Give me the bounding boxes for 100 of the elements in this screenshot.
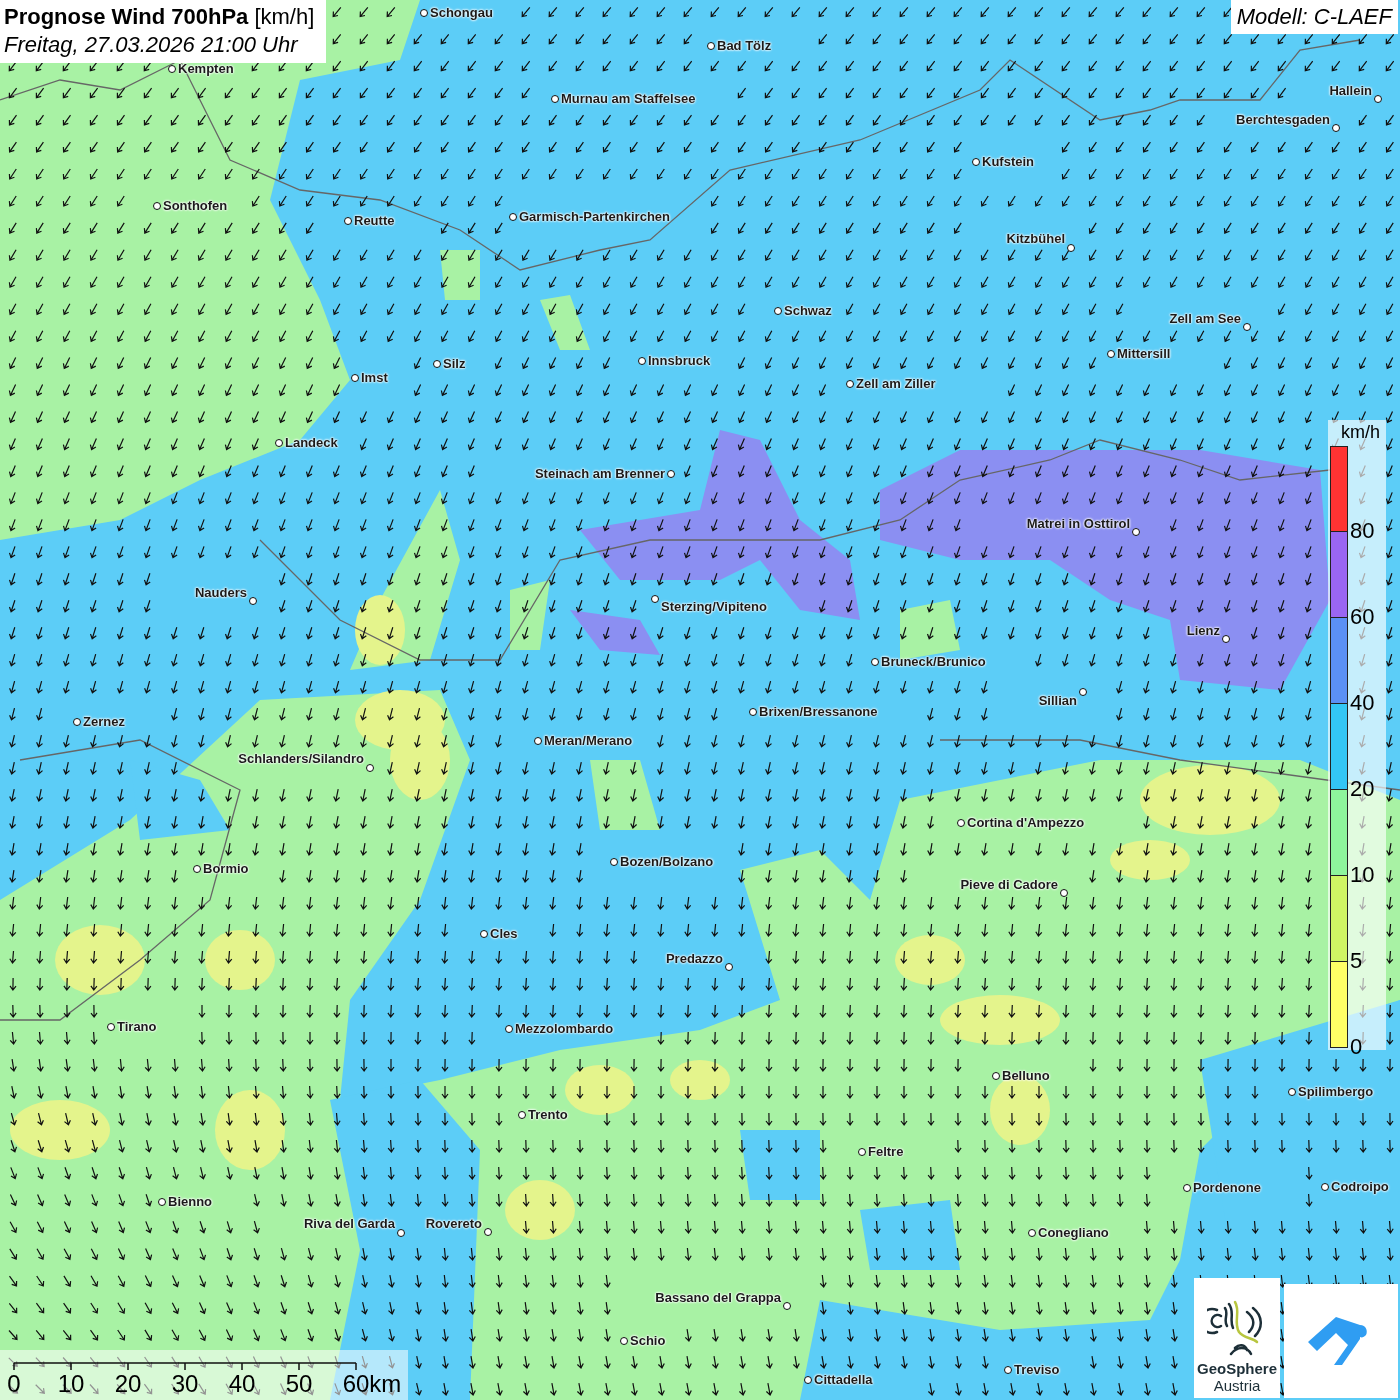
- city-dot-icon: [992, 1072, 1000, 1080]
- city-dot-icon: [351, 374, 359, 382]
- city-dot-icon: [275, 439, 283, 447]
- city-label: Zell am See: [1169, 311, 1241, 327]
- city-dot-icon: [783, 1302, 791, 1310]
- city-dot-icon: [505, 1025, 513, 1033]
- city-dot-icon: [518, 1111, 526, 1119]
- city-dot-icon: [153, 202, 161, 210]
- city-label: Hallein: [1329, 83, 1372, 99]
- city-label: Spilimbergo: [1298, 1084, 1374, 1100]
- city-label: Riva del Garda: [303, 1216, 395, 1232]
- city-label: Cittadella: [814, 1372, 873, 1388]
- city-dot-icon: [420, 9, 428, 17]
- city-dot-icon: [749, 708, 757, 716]
- city-label: Sterzing/Vipiteno: [661, 599, 767, 615]
- city-dot-icon: [1107, 350, 1115, 358]
- legend-value: 10: [1350, 864, 1375, 886]
- city-label: Berchtesgaden: [1236, 112, 1330, 128]
- city-label: Trento: [528, 1107, 568, 1123]
- city-dot-icon: [158, 1198, 166, 1206]
- city-label: Pieve di Cadore: [960, 877, 1058, 893]
- city-label: Steinach am Brenner: [534, 466, 665, 482]
- city-dot-icon: [397, 1229, 405, 1237]
- city-dot-icon: [193, 865, 201, 873]
- legend-value: 80: [1350, 520, 1375, 542]
- city-label: Bruneck/Brunico: [881, 654, 986, 670]
- city-dot-icon: [1243, 323, 1251, 331]
- city-dot-icon: [168, 65, 176, 73]
- city-label: Innsbruck: [648, 353, 711, 369]
- city-dot-icon: [366, 764, 374, 772]
- city-label: Reutte: [354, 213, 395, 229]
- city-dot-icon: [551, 95, 559, 103]
- city-label: Codroipo: [1331, 1179, 1389, 1195]
- city-label: Schwaz: [784, 303, 832, 319]
- scale-label: 50: [285, 1370, 313, 1398]
- city-dot-icon: [972, 158, 980, 166]
- city-label: Silz: [443, 356, 466, 372]
- city-dot-icon: [651, 595, 659, 603]
- city-dot-icon: [1060, 889, 1068, 897]
- city-label: Imst: [361, 370, 388, 386]
- forecast-time: Freitag, 27.03.2026 21:00 Uhr: [4, 31, 300, 59]
- city-dot-icon: [1332, 124, 1340, 132]
- city-label: Bormio: [203, 861, 249, 877]
- city-dot-icon: [1004, 1366, 1012, 1374]
- city-label: Matrei in Osttirol: [1026, 516, 1130, 532]
- city-dot-icon: [774, 307, 782, 315]
- city-label: Tirano: [117, 1019, 157, 1035]
- city-label: Lienz: [1186, 623, 1220, 639]
- city-dot-icon: [620, 1337, 628, 1345]
- city-dot-icon: [433, 360, 441, 368]
- city-label: Brixen/Bressanone: [759, 704, 878, 720]
- city-label: Pordenone: [1193, 1180, 1261, 1196]
- legend-value: 20: [1350, 778, 1375, 800]
- city-dot-icon: [1321, 1183, 1329, 1191]
- city-label: Feltre: [868, 1144, 904, 1160]
- city-label: Rovereto: [425, 1216, 482, 1232]
- city-dot-icon: [484, 1228, 492, 1236]
- city-dot-icon: [480, 930, 488, 938]
- city-label: Sonthofen: [163, 198, 228, 214]
- city-label: Bozen/Bolzano: [620, 854, 714, 870]
- legend-value: 0: [1350, 1036, 1363, 1058]
- city-dot-icon: [1222, 635, 1230, 643]
- city-label: Cles: [490, 926, 518, 942]
- city-dot-icon: [107, 1023, 115, 1031]
- scale-label: 0: [7, 1370, 21, 1398]
- city-dot-icon: [610, 858, 618, 866]
- city-label: Belluno: [1002, 1068, 1050, 1084]
- city-label: Nauders: [194, 585, 247, 601]
- scale-label: 40: [228, 1370, 256, 1398]
- city-label: Bienno: [168, 1194, 213, 1210]
- city-dot-icon: [344, 217, 352, 225]
- city-label: Meran/Merano: [544, 733, 633, 749]
- city-dot-icon: [638, 357, 646, 365]
- city-dot-icon: [957, 819, 965, 827]
- city-dot-icon: [534, 737, 542, 745]
- city-dot-icon: [249, 597, 257, 605]
- legend-value: 40: [1350, 692, 1375, 714]
- scale-label: 20: [114, 1370, 142, 1398]
- city-dot-icon: [846, 380, 854, 388]
- logo-subtitle: Austria: [1213, 1377, 1261, 1394]
- city-dot-icon: [858, 1148, 866, 1156]
- legend-value: 5: [1350, 950, 1363, 972]
- city-label: Bassano del Grappa: [655, 1290, 781, 1306]
- city-label: Schongau: [430, 5, 493, 21]
- city-label: Predazzo: [665, 951, 723, 967]
- model-label: Modell: C-LAEF: [1230, 0, 1398, 34]
- city-label: Sillian: [1038, 693, 1077, 709]
- logo-name: GeoSphere: [1197, 1360, 1277, 1377]
- city-dot-icon: [871, 658, 879, 666]
- city-dot-icon: [73, 718, 81, 726]
- city-label: Zell am Ziller: [856, 376, 936, 392]
- city-label: Conegliano: [1038, 1225, 1109, 1241]
- city-label: Bad Tölz: [717, 38, 772, 54]
- scale-label: 30: [171, 1370, 199, 1398]
- city-dot-icon: [1374, 95, 1382, 103]
- scale-label: 10: [57, 1370, 85, 1398]
- city-dot-icon: [667, 470, 675, 478]
- city-label: Kitzbühel: [1006, 231, 1065, 247]
- city-dot-icon: [1028, 1229, 1036, 1237]
- legend-unit: km/h: [1340, 421, 1381, 444]
